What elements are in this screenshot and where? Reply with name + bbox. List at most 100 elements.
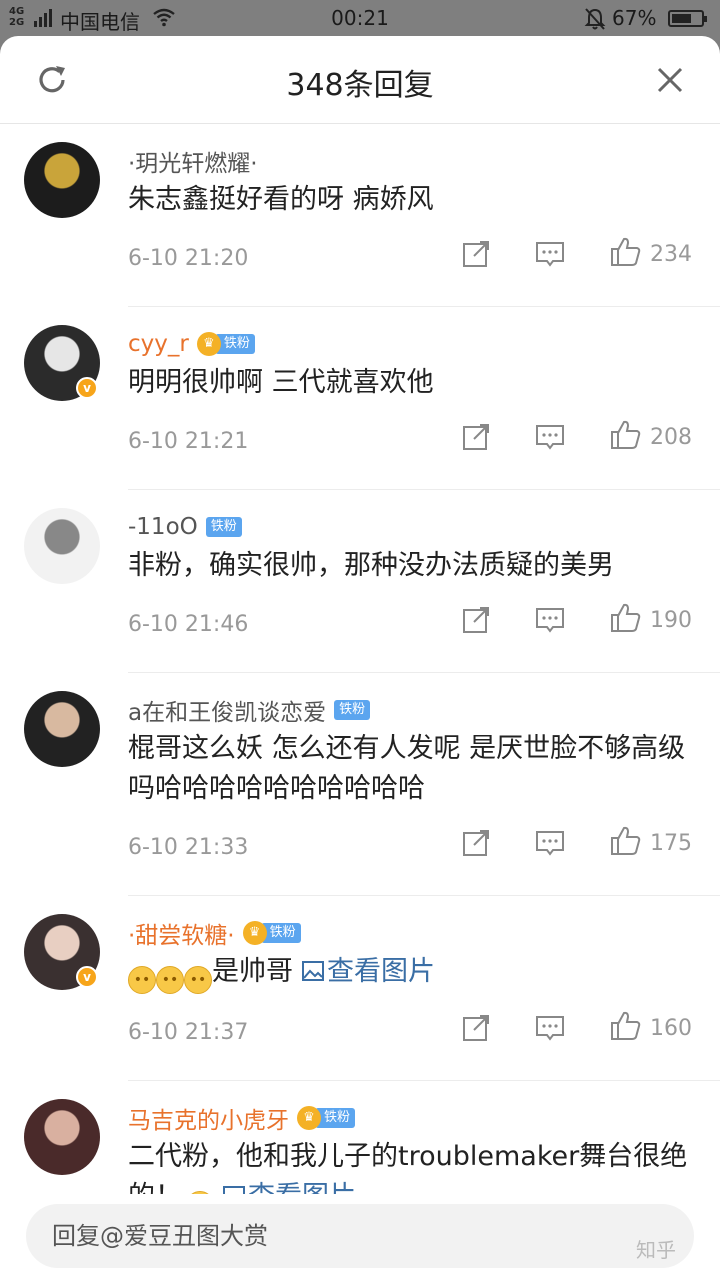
- view-image-label: 查看图片: [248, 1181, 356, 1194]
- emoji-icon: ••: [128, 966, 156, 994]
- reply-input[interactable]: 回复@爱豆丑图大赏: [26, 1204, 694, 1268]
- like-count: 234: [650, 241, 692, 267]
- avatar[interactable]: [24, 142, 100, 218]
- username[interactable]: -11oO: [128, 514, 198, 540]
- thumbs-up-icon: [608, 235, 642, 273]
- comment-meta: 6-10 21:21 208: [128, 403, 692, 489]
- share-icon[interactable]: [460, 421, 492, 453]
- view-image-label: 查看图片: [327, 956, 435, 987]
- comment-body: 明明很帅啊 三代就喜欢他: [128, 367, 434, 398]
- verified-badge-icon: v: [76, 377, 98, 399]
- like-button[interactable]: 234: [608, 234, 692, 274]
- zhihu-watermark: 知乎: [636, 1238, 676, 1262]
- reply-icon[interactable]: [534, 827, 566, 859]
- comment-meta: 6-10 21:37 160: [128, 994, 692, 1080]
- comment-item[interactable]: v ·甜尝软糖· ♛ 铁粉 •• •• •• 是帅哥 查看图片 6-10 21:37 160: [24, 896, 720, 1081]
- emoji-icon: ••: [184, 966, 212, 994]
- comment-text: 棍哥这么妖 怎么还有人发呢 是厌世脸不够高级吗哈哈哈哈哈哈哈哈哈哈: [128, 729, 692, 809]
- name-row: ·玥光轩燃耀·: [128, 124, 692, 178]
- comment-body: 二代粉，他和我儿子的troublemaker舞台很绝的！: [128, 1141, 688, 1194]
- share-icon[interactable]: [460, 238, 492, 270]
- comment-text: •• •• •• 是帅哥 查看图片: [128, 952, 692, 994]
- share-icon[interactable]: [460, 1012, 492, 1044]
- fan-badge-label: 铁粉: [334, 700, 371, 720]
- username[interactable]: 马吉克的小虎牙: [128, 1101, 289, 1135]
- like-count: 160: [650, 1015, 692, 1041]
- comment-body: 是帅哥: [212, 956, 293, 987]
- comment-time: 6-10 21:20: [128, 246, 249, 271]
- comment-time: 6-10 21:21: [128, 429, 249, 454]
- comment-text: 非粉，确实很帅，那种没办法质疑的美男: [128, 546, 692, 586]
- battery-icon: [668, 10, 707, 27]
- comment-list: ·玥光轩燃耀· 朱志鑫挺好看的呀 病娇风 6-10 21:20 234 v cyy_r ♛ 铁…: [0, 124, 720, 1194]
- share-icon[interactable]: [460, 604, 492, 636]
- like-button[interactable]: 190: [608, 600, 692, 640]
- battery-percent: 67%: [612, 6, 657, 30]
- fan-badge: ♛ 铁粉: [242, 921, 301, 945]
- emoji-icon: ••: [186, 1191, 214, 1194]
- share-icon[interactable]: [460, 827, 492, 859]
- comment-item[interactable]: -11oO 铁粉非粉，确实很帅，那种没办法质疑的美男 6-10 21:46 190: [24, 490, 720, 673]
- comment-meta: 6-10 21:46 190: [128, 586, 692, 672]
- name-row: 马吉克的小虎牙 ♛ 铁粉: [128, 1081, 692, 1135]
- sheet-header: 348条回复: [0, 36, 720, 124]
- fan-badge: ♛ 铁粉: [297, 1106, 356, 1130]
- avatar[interactable]: [24, 508, 100, 584]
- fan-badge-label: 铁粉: [205, 517, 242, 537]
- avatar[interactable]: [24, 691, 100, 767]
- comment-text: 朱志鑫挺好看的呀 病娇风: [128, 180, 692, 220]
- comment-time: 6-10 21:37: [128, 1020, 249, 1045]
- like-count: 208: [650, 424, 692, 450]
- emoji-icon: ••: [156, 966, 184, 994]
- fan-badge-label: 铁粉: [260, 923, 301, 943]
- comment-item[interactable]: ·玥光轩燃耀· 朱志鑫挺好看的呀 病娇风 6-10 21:20 234: [24, 124, 720, 307]
- replies-sheet: 348条回复 ·玥光轩燃耀· 朱志鑫挺好看的呀 病娇风 6-10 21:20 234 v…: [0, 36, 720, 1280]
- verified-badge-icon: v: [76, 966, 98, 988]
- username[interactable]: ·玥光轩燃耀·: [128, 144, 258, 178]
- status-bar: 4G 2G 中国电信 00:21 67%: [0, 0, 720, 36]
- username[interactable]: cyy_r: [128, 331, 189, 357]
- fan-badge-label: 铁粉: [315, 1108, 356, 1128]
- comment-body: 朱志鑫挺好看的呀 病娇风: [128, 184, 434, 215]
- reply-icon[interactable]: [534, 421, 566, 453]
- comment-meta: 6-10 21:33 175: [128, 809, 692, 895]
- comment-time: 6-10 21:33: [128, 835, 249, 860]
- comment-item[interactable]: 马吉克的小虎牙 ♛铁粉二代粉，他和我儿子的troublemaker舞台很绝的！••…: [24, 1081, 720, 1194]
- fan-badge-label: 铁粉: [214, 334, 255, 354]
- fan-badge: 铁粉: [205, 515, 242, 539]
- avatar[interactable]: [24, 1099, 100, 1175]
- crown-icon: ♛: [242, 921, 267, 945]
- sheet-title: 348条回复: [286, 68, 434, 103]
- like-count: 190: [650, 607, 692, 633]
- comment-body: 非粉，确实很帅，那种没办法质疑的美男: [128, 550, 614, 581]
- like-button[interactable]: 160: [608, 1008, 692, 1048]
- like-count: 175: [650, 830, 692, 856]
- view-image-link[interactable]: 查看图片: [301, 956, 435, 987]
- username[interactable]: ·甜尝软糖·: [128, 916, 235, 950]
- reply-icon[interactable]: [534, 604, 566, 636]
- comment-text: 明明很帅啊 三代就喜欢他: [128, 363, 692, 403]
- username[interactable]: a在和王俊凯谈恋爱: [128, 693, 326, 727]
- fan-badge: ♛ 铁粉: [196, 332, 255, 356]
- comment-item[interactable]: a在和王俊凯谈恋爱 铁粉棍哥这么妖 怎么还有人发呢 是厌世脸不够高级吗哈哈哈哈哈哈…: [24, 673, 720, 896]
- view-image-link[interactable]: 查看图片: [222, 1181, 356, 1194]
- like-button[interactable]: 208: [608, 417, 692, 457]
- reply-icon[interactable]: [534, 238, 566, 270]
- comment-text: 二代粉，他和我儿子的troublemaker舞台很绝的！•• 查看图片: [128, 1137, 692, 1194]
- close-icon[interactable]: [652, 62, 688, 98]
- reply-icon[interactable]: [534, 1012, 566, 1044]
- name-row: a在和王俊凯谈恋爱 铁粉: [128, 673, 692, 727]
- mute-bell-icon: [584, 8, 606, 30]
- comment-meta: 6-10 21:20 234: [128, 220, 692, 306]
- fan-badge: 铁粉: [334, 698, 371, 722]
- name-row: cyy_r ♛ 铁粉: [128, 307, 692, 361]
- thumbs-up-icon: [608, 824, 642, 862]
- battery-level: [672, 14, 691, 23]
- like-button[interactable]: 175: [608, 823, 692, 863]
- crown-icon: ♛: [196, 332, 221, 356]
- comment-body: 棍哥这么妖 怎么还有人发呢 是厌世脸不够高级吗哈哈哈哈哈哈哈哈哈哈: [128, 733, 686, 804]
- thumbs-up-icon: [608, 418, 642, 456]
- thumbs-up-icon: [608, 1009, 642, 1047]
- name-row: -11oO 铁粉: [128, 490, 692, 544]
- comment-item[interactable]: v cyy_r ♛ 铁粉明明很帅啊 三代就喜欢他 6-10 21:21 208: [24, 307, 720, 490]
